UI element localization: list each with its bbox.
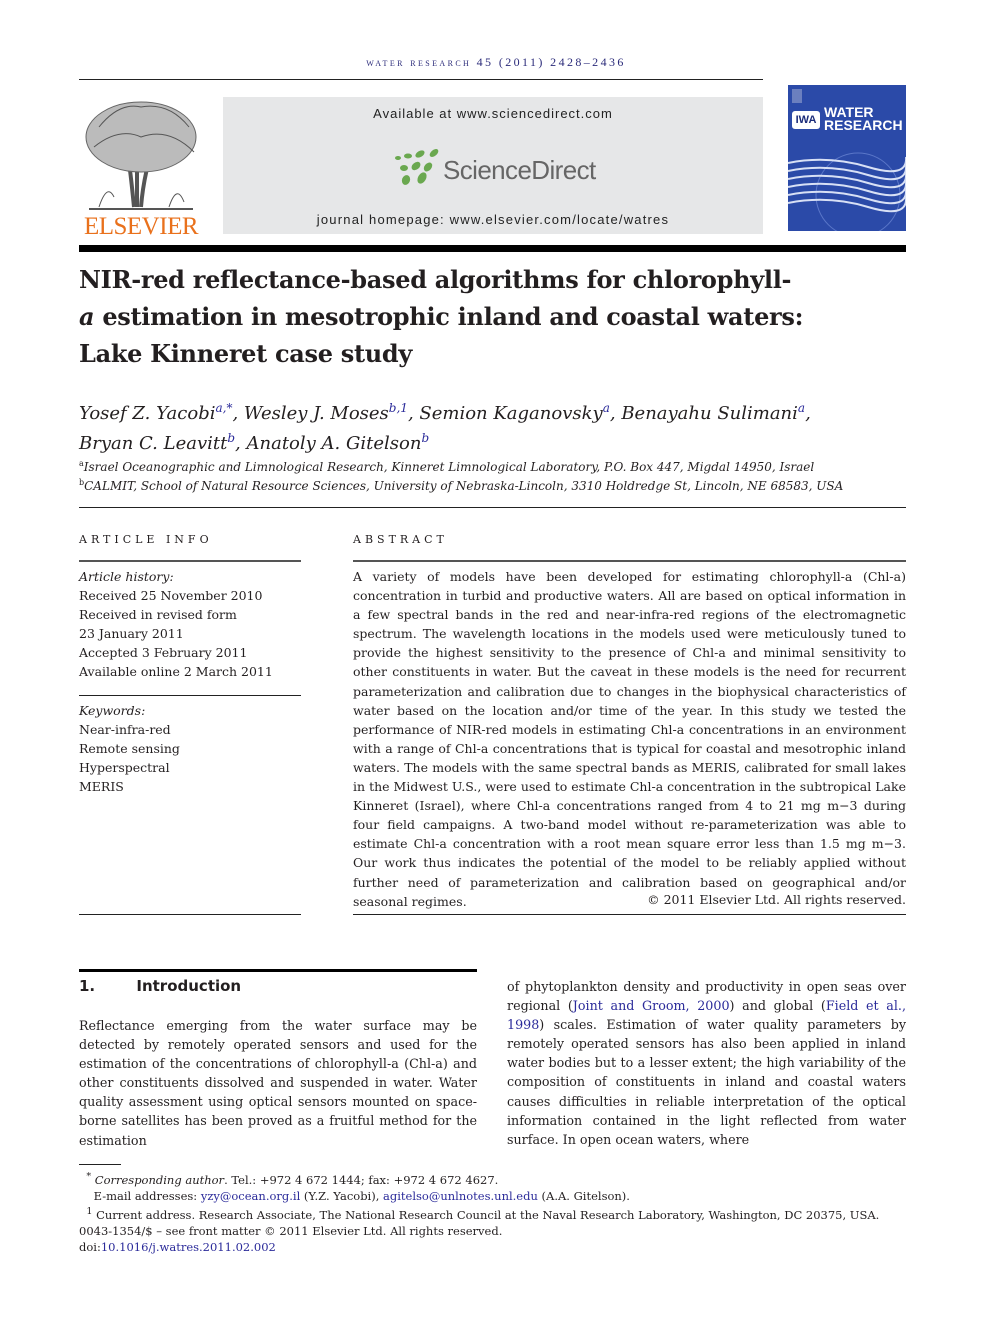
keywords-label: Keywords: xyxy=(79,703,146,718)
title-italic-a: a xyxy=(79,302,95,331)
contact-text: . Tel.: +972 4 672 1444; fax: +972 4 672… xyxy=(224,1172,499,1187)
author-affil-link[interactable]: a,* xyxy=(215,401,232,415)
history-item: Accepted 3 February 2011 xyxy=(79,645,248,660)
title-line-2-text: estimation in mesotrophic inland and coa… xyxy=(94,302,804,331)
divider xyxy=(353,914,906,915)
body-text: ) and global ( xyxy=(729,998,826,1014)
elsevier-wordmark: ELSEVIER xyxy=(83,213,199,240)
title-line-3: Lake Kinneret case study xyxy=(79,339,413,368)
keyword: Remote sensing xyxy=(79,741,180,756)
citation-link[interactable]: Joint and Groom, 2000 xyxy=(573,998,730,1013)
intro-right-column: of phytoplankton density and productivit… xyxy=(507,977,906,1149)
keyword: Hyperspectral xyxy=(79,760,170,775)
abstract-heading: ABSTRACT xyxy=(353,533,448,546)
author-affil-link[interactable]: b,1 xyxy=(389,401,408,415)
history-item: Received in revised form xyxy=(79,607,237,622)
author-affil-link[interactable]: b xyxy=(227,431,235,445)
sciencedirect-wordmark: ScienceDirect xyxy=(443,155,596,185)
footnote-rule xyxy=(79,1164,121,1165)
footnote-corresponding: * Corresponding author. Tel.: +972 4 672… xyxy=(79,1169,909,1255)
abstract-text: A variety of models have been developed … xyxy=(353,569,906,909)
top-rule xyxy=(79,79,763,80)
section-rule xyxy=(79,969,477,972)
divider xyxy=(353,560,906,562)
body-text: ) scales. Estimation of water quality pa… xyxy=(507,1017,906,1147)
intro-left-column: Reflectance emerging from the water surf… xyxy=(79,1018,477,1148)
keyword: Near-infra-red xyxy=(79,722,171,737)
running-head: water research 45 (2011) 2428–2436 xyxy=(366,55,626,69)
history-item: Available online 2 March 2011 xyxy=(79,664,273,679)
author-list: Yosef Z. Yacobia,*, Wesley J. Mosesb,1, … xyxy=(79,401,811,454)
front-matter: 0043-1354/$ – see front matter © 2011 El… xyxy=(79,1223,503,1238)
history-item: 23 January 2011 xyxy=(79,626,184,641)
journal-homepage-link[interactable]: journal homepage: www.elsevier.com/locat… xyxy=(223,212,763,227)
email-label: E-mail addresses: xyxy=(93,1188,201,1203)
keyword: MERIS xyxy=(79,779,124,794)
divider xyxy=(79,914,301,915)
author-affil-link[interactable]: b xyxy=(421,431,429,445)
header-divider xyxy=(79,245,906,252)
history-label: Article history: xyxy=(79,569,174,584)
section-number: 1. xyxy=(79,977,96,995)
available-at-link[interactable]: Available at www.sciencedirect.com xyxy=(223,106,763,121)
divider xyxy=(79,695,301,696)
divider xyxy=(79,507,906,508)
title-line-1: NIR-red reflectance-based algorithms for… xyxy=(79,265,792,294)
history-item: Received 25 November 2010 xyxy=(79,588,263,603)
affiliation-text: Israel Oceanographic and Limnological Re… xyxy=(83,460,815,474)
affiliation-text: CALMIT, School of Natural Resource Scien… xyxy=(84,479,844,493)
author-name: Yosef Z. Yacobi xyxy=(79,403,216,424)
iwa-logo: IWA xyxy=(792,111,820,129)
author-affil-link[interactable]: a xyxy=(603,401,610,415)
divider xyxy=(79,560,301,562)
author-name: Anatoly A. Gitelson xyxy=(246,433,422,454)
author-name: Wesley J. Moses xyxy=(243,403,389,424)
author-name: Semion Kaganovsky xyxy=(419,403,603,424)
affiliation: bCALMIT, School of Natural Resource Scie… xyxy=(79,478,909,493)
cover-title-line2: RESEARCH xyxy=(824,117,903,133)
footnote-text: Current address. Research Associate, The… xyxy=(92,1207,880,1222)
affiliation: aIsrael Oceanographic and Limnological R… xyxy=(79,459,909,474)
article-history: Article history: Received 25 November 20… xyxy=(79,567,301,681)
section-heading: 1. Introduction xyxy=(79,977,241,995)
corresponding-label: Corresponding author xyxy=(94,1172,225,1187)
article-info-heading: ARTICLE INFO xyxy=(79,533,213,546)
email-owner: (A.A. Gitelson). xyxy=(537,1188,630,1203)
article-title: NIR-red reflectance-based algorithms for… xyxy=(79,261,879,372)
email-link[interactable]: yzy@ocean.org.il xyxy=(201,1189,300,1203)
doi-label: doi: xyxy=(79,1239,101,1254)
cover-title: WATER RESEARCH xyxy=(824,105,903,133)
author-name: Bryan C. Leavitt xyxy=(79,433,228,454)
section-title: Introduction xyxy=(136,977,242,995)
author-affil-link[interactable]: a xyxy=(798,401,805,415)
copyright: © 2011 Elsevier Ltd. All rights reserved… xyxy=(647,892,906,907)
footnote-mark: * xyxy=(86,1171,92,1182)
email-owner: (Y.Z. Yacobi), xyxy=(300,1188,384,1203)
title-line-2: a estimation in mesotrophic inland and c… xyxy=(79,298,879,335)
keywords: Keywords: Near-infra-red Remote sensing … xyxy=(79,701,301,796)
doi-link[interactable]: 10.1016/j.watres.2011.02.002 xyxy=(101,1240,276,1254)
author-name: Benayahu Sulimani xyxy=(621,403,798,424)
email-link[interactable]: agitelso@unlnotes.unl.edu xyxy=(383,1189,538,1203)
